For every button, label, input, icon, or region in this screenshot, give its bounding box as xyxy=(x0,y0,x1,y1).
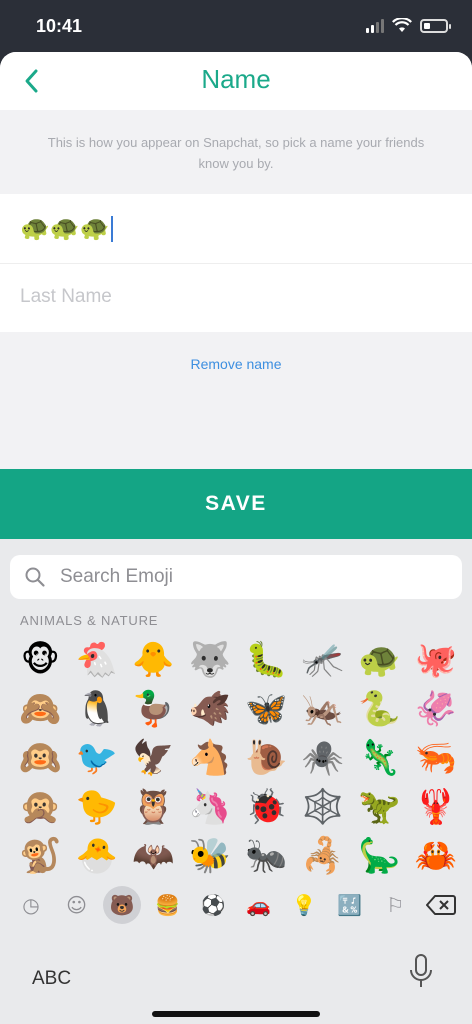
emoji-key[interactable]: 🐥 xyxy=(125,635,182,684)
hint-text: This is how you appear on Snapchat, so p… xyxy=(47,135,425,171)
first-name-value: 🐢🐢🐢 xyxy=(20,214,110,242)
search-icon xyxy=(25,567,45,587)
emoji-key[interactable]: 🙈 xyxy=(12,684,69,733)
emoji-key[interactable]: 🦎 xyxy=(351,733,408,782)
emoji-key[interactable]: 🐵 xyxy=(12,635,69,684)
abc-key[interactable]: ABC xyxy=(32,968,71,990)
emoji-key[interactable]: 🐛 xyxy=(238,635,295,684)
home-indicator xyxy=(152,1011,320,1017)
emoji-key[interactable]: 🙉 xyxy=(12,733,69,782)
category-label: ANIMALS & NATURE xyxy=(20,613,159,628)
emoji-key[interactable]: 🦑 xyxy=(408,684,465,733)
symbols-icon[interactable]: 🔣 xyxy=(331,886,369,924)
status-time: 10:41 xyxy=(36,16,83,36)
emoji-search-input[interactable]: Search Emoji xyxy=(10,555,462,599)
emoji-key[interactable]: 🐒 xyxy=(12,831,69,880)
emoji-key[interactable]: 🦉 xyxy=(125,782,182,831)
signal-icon xyxy=(366,18,384,33)
emoji-key[interactable]: 🙊 xyxy=(12,782,69,831)
activity-icon[interactable]: ⚽ xyxy=(194,886,232,924)
emoji-key[interactable]: 🦆 xyxy=(125,684,182,733)
emoji-key[interactable]: 🦄 xyxy=(182,782,239,831)
backspace-icon[interactable] xyxy=(422,886,460,924)
emoji-key[interactable]: 🐺 xyxy=(182,635,239,684)
emoji-key[interactable]: 🐣 xyxy=(69,831,126,880)
last-name-field[interactable]: Last Name xyxy=(0,263,472,332)
emoji-key[interactable]: 🐗 xyxy=(182,684,239,733)
emoji-key[interactable]: 🦋 xyxy=(238,684,295,733)
recent-icon[interactable]: ◷ xyxy=(12,886,50,924)
emoji-key[interactable]: 🐔 xyxy=(69,635,126,684)
emoji-key[interactable]: 🦇 xyxy=(125,831,182,880)
name-fields: 🐢🐢🐢 Last Name xyxy=(0,194,472,332)
emoji-key[interactable]: 🦗 xyxy=(295,684,352,733)
emoji-key[interactable]: 🦕 xyxy=(351,831,408,880)
objects-icon[interactable]: 💡 xyxy=(285,886,323,924)
wifi-icon xyxy=(392,18,412,32)
emoji-key[interactable]: 🐌 xyxy=(238,733,295,782)
emoji-key[interactable]: 🐝 xyxy=(182,831,239,880)
emoji-key[interactable]: 🦀 xyxy=(408,831,465,880)
last-name-placeholder: Last Name xyxy=(20,286,112,307)
microphone-icon[interactable] xyxy=(408,953,434,991)
emoji-key[interactable]: 🐍 xyxy=(351,684,408,733)
page-title: Name xyxy=(201,64,271,94)
text-cursor xyxy=(110,216,113,242)
emoji-key[interactable]: 🦂 xyxy=(295,831,352,880)
smileys-icon[interactable]: ☺ xyxy=(58,886,96,924)
emoji-key[interactable]: 🐢 xyxy=(351,635,408,684)
emoji-key[interactable]: 🦞 xyxy=(408,782,465,831)
battery-icon xyxy=(420,18,451,33)
emoji-key[interactable]: 🐴 xyxy=(182,733,239,782)
emoji-key[interactable]: 🦐 xyxy=(408,733,465,782)
emoji-key[interactable]: 🦖 xyxy=(351,782,408,831)
remove-name-link[interactable]: Remove name xyxy=(0,356,472,372)
name-sheet: Name This is how you appear on Snapchat,… xyxy=(0,52,472,540)
emoji-key[interactable]: 🐜 xyxy=(238,831,295,880)
emoji-key[interactable]: 🕷️ xyxy=(295,733,352,782)
emoji-key[interactable]: 🐞 xyxy=(238,782,295,831)
search-placeholder: Search Emoji xyxy=(60,566,173,587)
emoji-grid: 🐵 🐔 🐥 🐺 🐛 🦟 🐢 🐙 🙈 🐧 🦆 🐗 🦋 🦗 🐍 🦑 🙉 🐦 🦅 🐴 🐌 🕷️ 🦎 🦐 🙊 🐤 🦉 🦄 🐞 🕸️ 🦖 🦞 🐒 🐣 🦇 🐝 🐜 🦂… xyxy=(12,635,464,880)
nav-bar: Name xyxy=(0,52,472,110)
emoji-key[interactable]: 🕸️ xyxy=(295,782,352,831)
emoji-key[interactable]: 🐧 xyxy=(69,684,126,733)
emoji-key[interactable]: 🦟 xyxy=(295,635,352,684)
emoji-key[interactable]: 🐤 xyxy=(69,782,126,831)
emoji-key[interactable]: 🐙 xyxy=(408,635,465,684)
food-icon[interactable]: 🍔 xyxy=(149,886,187,924)
travel-icon[interactable]: 🚗 xyxy=(240,886,278,924)
status-bar: 10:41 xyxy=(0,0,472,54)
first-name-field[interactable]: 🐢🐢🐢 xyxy=(0,194,472,263)
flags-icon[interactable]: ⚐ xyxy=(376,886,414,924)
animals-icon[interactable]: 🐻 xyxy=(103,886,142,924)
emoji-keyboard: Search Emoji ANIMALS & NATURE 🐵 🐔 🐥 🐺 🐛 🦟 🐢 🐙 🙈 🐧… xyxy=(0,539,472,1024)
emoji-key[interactable]: 🐦 xyxy=(69,733,126,782)
emoji-category-bar: ◷ ☺ 🐻 🍔 ⚽ 🚗 💡 🔣 ⚐ xyxy=(12,885,460,925)
emoji-key[interactable]: 🦅 xyxy=(125,733,182,782)
save-button[interactable]: SAVE xyxy=(0,469,472,539)
status-icons xyxy=(366,18,451,33)
